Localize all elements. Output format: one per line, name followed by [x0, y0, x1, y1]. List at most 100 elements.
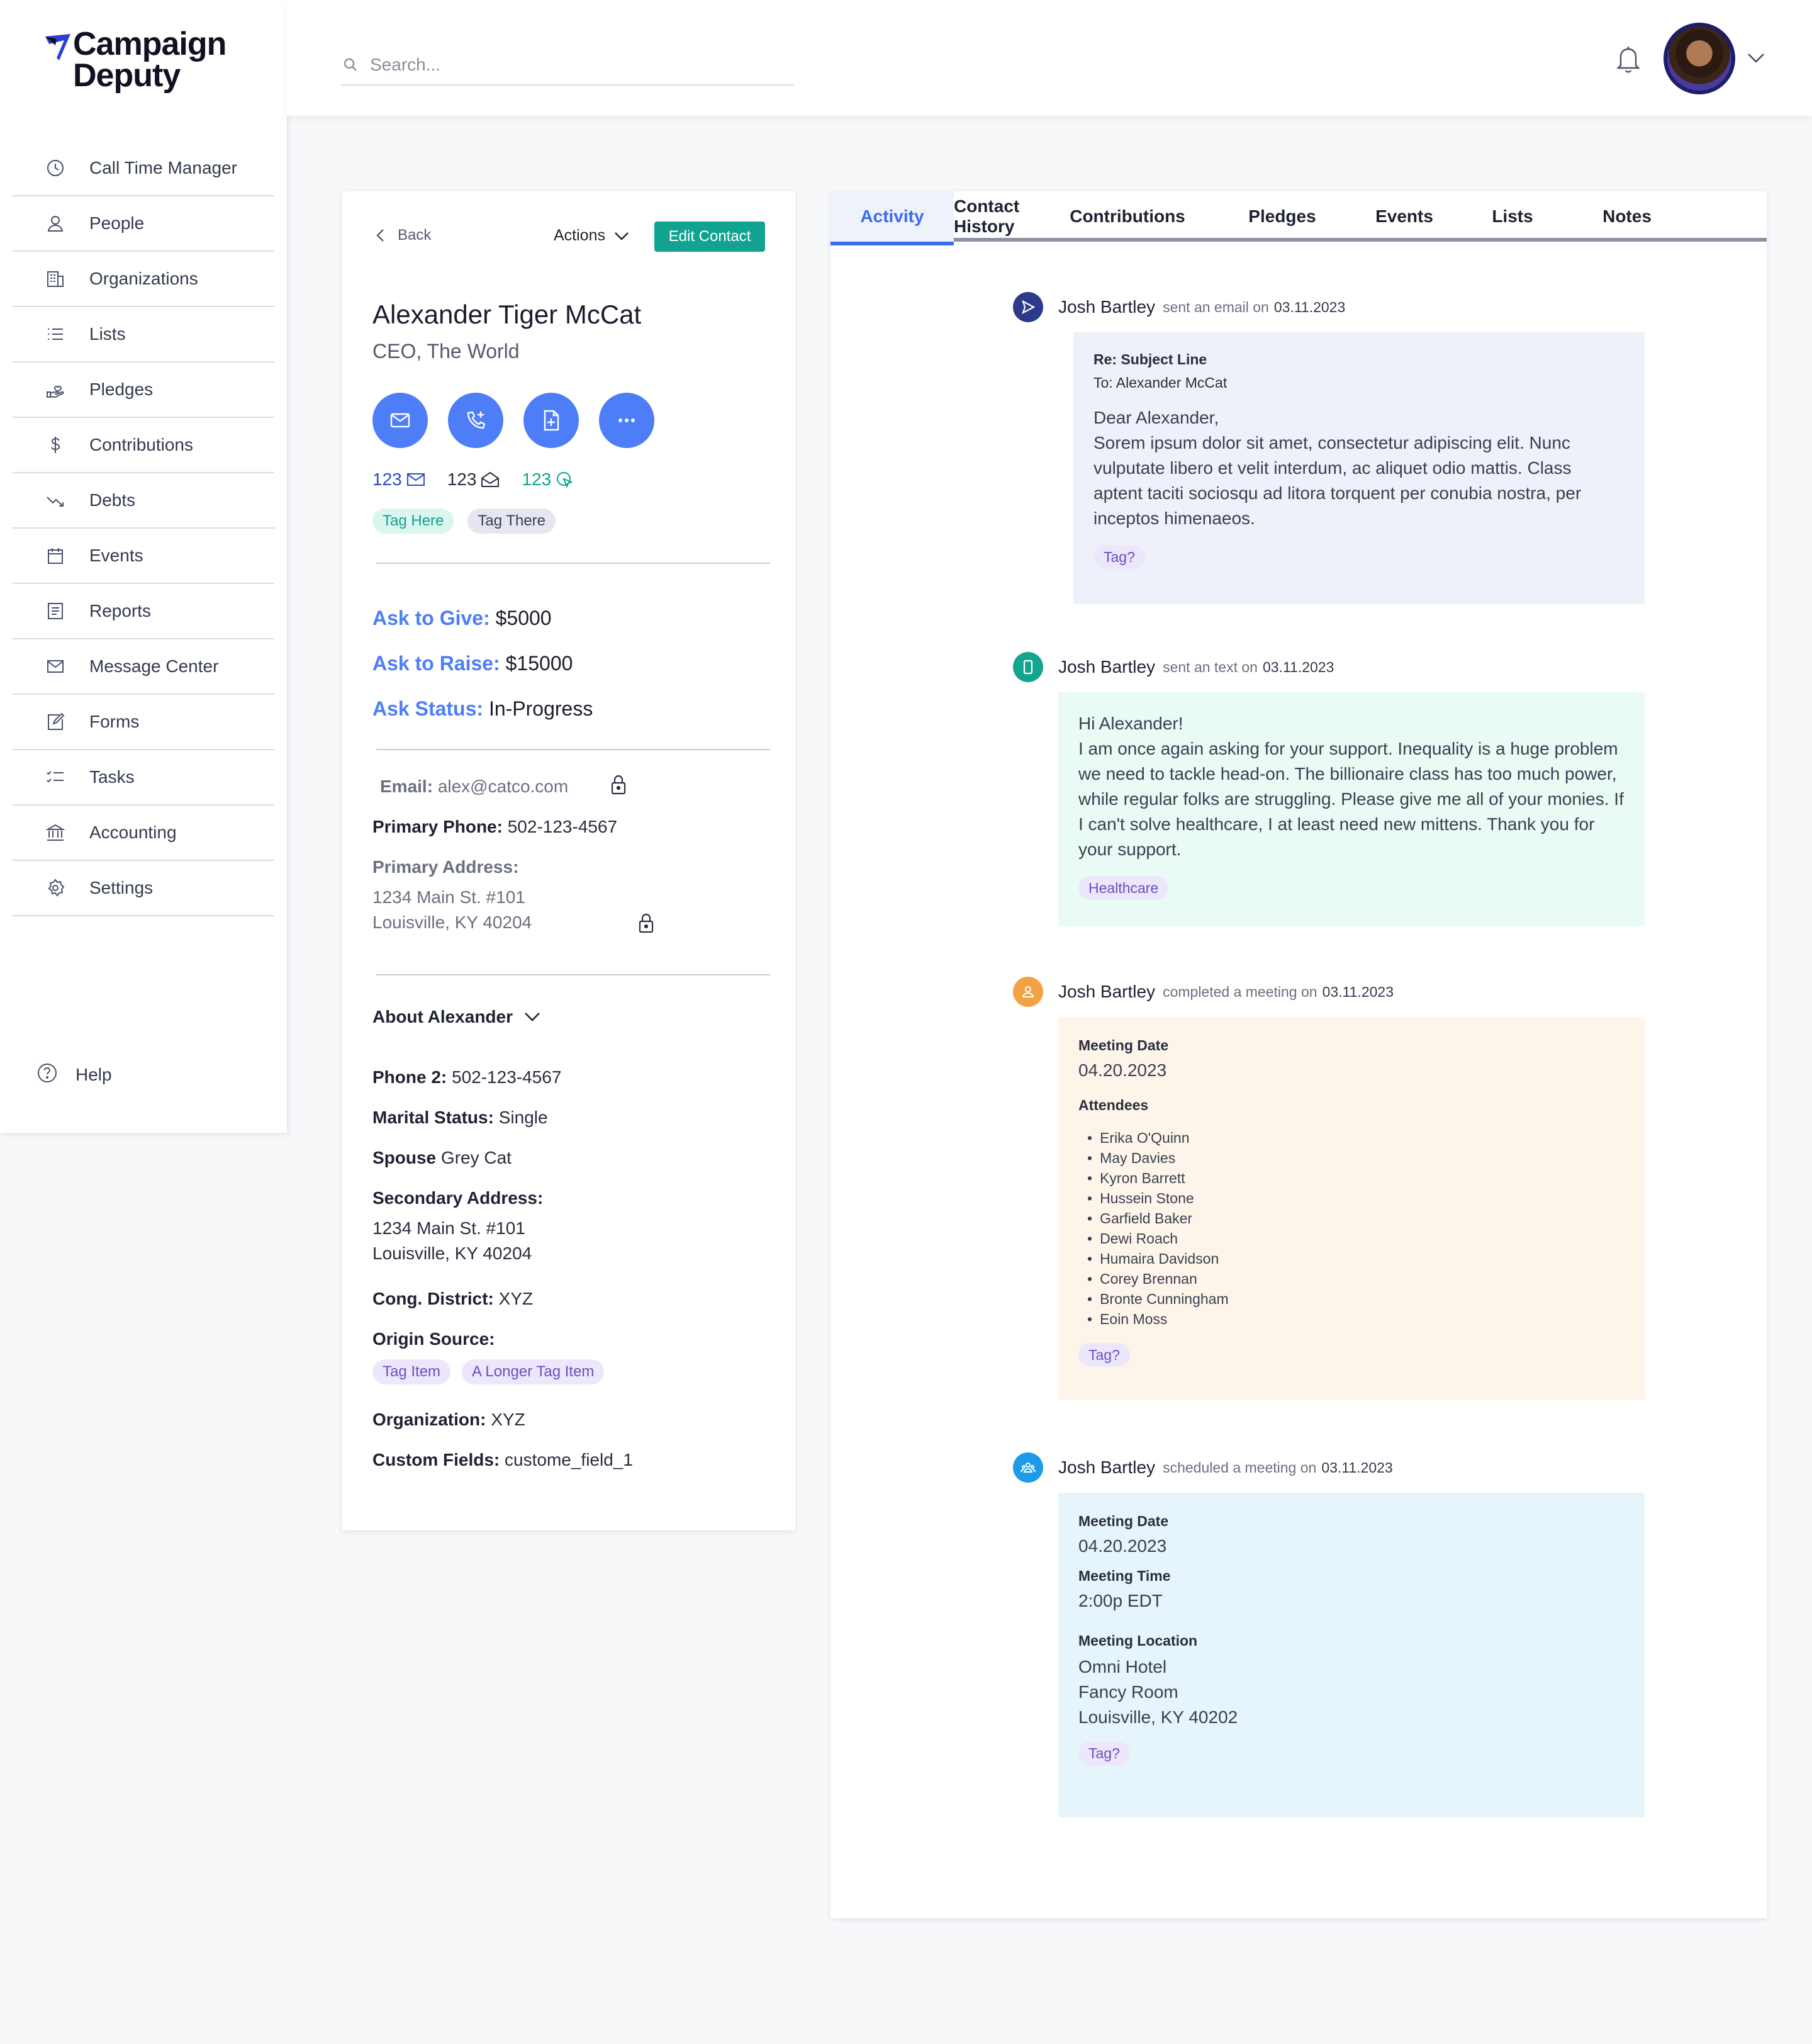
- mail-icon: [406, 473, 425, 486]
- tab-activity[interactable]: Activity: [830, 191, 954, 245]
- attendees-label: Attendees: [1078, 1097, 1149, 1113]
- actions-dropdown[interactable]: Actions: [554, 227, 630, 245]
- tab-events[interactable]: Events: [1359, 191, 1450, 242]
- activity-user[interactable]: Josh Bartley: [1058, 297, 1155, 317]
- phone-add-icon: [467, 411, 486, 429]
- logo[interactable]: Campaign Deputy: [43, 28, 244, 97]
- help-icon: [36, 1062, 58, 1087]
- tab-pledges[interactable]: Pledges: [1205, 191, 1359, 242]
- sidebar-item-organizations[interactable]: Organizations: [13, 252, 274, 307]
- list-icon: [44, 323, 67, 345]
- ask-status-label: Ask Status:: [372, 697, 484, 720]
- district-label: Cong. District:: [372, 1289, 494, 1308]
- sidebar-item-label: Debts: [89, 490, 136, 510]
- sidebar-item-debts[interactable]: Debts: [13, 473, 274, 529]
- sidebar-item-label: People: [89, 213, 145, 233]
- sidebar-item-label: Settings: [89, 878, 154, 897]
- help-label: Help: [76, 1064, 112, 1084]
- notification-bell-icon[interactable]: [1614, 44, 1642, 74]
- add-note-button[interactable]: [523, 393, 579, 448]
- email-value: alex@catco.com: [437, 777, 569, 796]
- tag-pill[interactable]: Tag There: [467, 508, 556, 534]
- list-item: Hussein Stone: [1087, 1188, 1625, 1208]
- sidebar-item-forms[interactable]: Forms: [13, 695, 274, 750]
- calendar-icon: [44, 544, 67, 567]
- meeting-date-label: Meeting Date: [1078, 1037, 1169, 1053]
- about-toggle[interactable]: About Alexander: [372, 1007, 542, 1027]
- sidebar-item-contributions[interactable]: Contributions: [13, 418, 274, 473]
- mail-open-icon: [481, 471, 500, 487]
- sidebar-item-call-time-manager[interactable]: Call Time Manager: [13, 141, 274, 196]
- tag-pill[interactable]: A Longer Tag Item: [462, 1359, 605, 1384]
- tab-notes[interactable]: Notes: [1575, 191, 1679, 242]
- sidebar-item-pledges[interactable]: Pledges: [13, 362, 274, 418]
- secondary-address-value: 1234 Main St. #101 Louisville, KY 40204: [372, 1216, 532, 1266]
- count-value: 123: [447, 469, 477, 489]
- gear-icon: [44, 877, 67, 899]
- sidebar-item-lists[interactable]: Lists: [13, 307, 274, 362]
- activity-user[interactable]: Josh Bartley: [1058, 1457, 1155, 1478]
- activity-date: 03.11.2023: [1322, 983, 1394, 1000]
- ask-to-raise: Ask to Raise: $15000: [372, 652, 573, 675]
- sidebar-item-message-center[interactable]: Message Center: [13, 639, 274, 695]
- logo-mark-icon: [45, 34, 70, 60]
- activity-user[interactable]: Josh Bartley: [1058, 657, 1155, 677]
- ask-to-raise-value: $15000: [505, 652, 573, 675]
- mail-icon: [44, 655, 67, 678]
- tag-pill[interactable]: Tag?: [1078, 1343, 1130, 1367]
- list-item: Corey Brennan: [1087, 1269, 1625, 1289]
- help-link[interactable]: Help: [36, 1062, 112, 1087]
- list-item: Erika O'Quinn: [1087, 1128, 1625, 1148]
- meeting-time-label: Meeting Time: [1078, 1568, 1171, 1584]
- tag-pill[interactable]: Tag Here: [372, 508, 454, 534]
- tag-pill[interactable]: Healthcare: [1078, 876, 1169, 900]
- sidebar-item-tasks[interactable]: Tasks: [13, 750, 274, 806]
- text-greeting: Hi Alexander!: [1078, 714, 1183, 733]
- tab-lists[interactable]: Lists: [1450, 191, 1575, 242]
- activity-header: Josh Bartley sent an text on 03.11.2023: [1013, 652, 1334, 682]
- avatar[interactable]: [1664, 23, 1735, 94]
- location-line: Louisville, KY 40202: [1078, 1707, 1238, 1727]
- dollar-icon: [44, 434, 67, 456]
- top-header: [287, 0, 1812, 116]
- sidebar-item-label: Message Center: [89, 656, 219, 676]
- sidebar-item-reports[interactable]: Reports: [13, 584, 274, 639]
- tag-pill[interactable]: Tag?: [1078, 1741, 1130, 1765]
- tab-contributions[interactable]: Contributions: [1049, 191, 1205, 242]
- back-link[interactable]: Back: [374, 227, 431, 244]
- sidebar-item-accounting[interactable]: Accounting: [13, 806, 274, 861]
- ask-to-raise-label: Ask to Raise:: [372, 652, 500, 675]
- sidebar-item-label: Reports: [89, 601, 152, 620]
- phone2-label: Phone 2:: [372, 1067, 447, 1087]
- divider: [376, 974, 770, 975]
- about-label: About Alexander: [372, 1007, 513, 1026]
- checklist-icon: [44, 766, 67, 789]
- list-item: Dewi Roach: [1087, 1228, 1625, 1249]
- sidebar-item-settings[interactable]: Settings: [13, 861, 274, 916]
- chevron-down-icon[interactable]: [1745, 48, 1767, 67]
- more-options-button[interactable]: [599, 393, 654, 448]
- meeting-date-value: 04.20.2023: [1078, 1060, 1167, 1080]
- list-item: Garfield Baker: [1087, 1208, 1625, 1228]
- tag-pill[interactable]: Tag Item: [372, 1359, 451, 1384]
- primary-address-field: Primary Address:: [372, 857, 518, 877]
- search-input[interactable]: [370, 55, 773, 75]
- tag-pill[interactable]: Tag?: [1093, 545, 1145, 569]
- email-button[interactable]: [372, 393, 428, 448]
- sidebar-nav: Call Time Manager People Organizations L…: [13, 141, 274, 916]
- building-icon: [44, 267, 67, 290]
- activity-date: 03.11.2023: [1262, 658, 1334, 675]
- activity-verb: completed a meeting on: [1163, 983, 1317, 1000]
- marital-status-field: Marital Status: Single: [372, 1108, 548, 1128]
- call-button[interactable]: [448, 393, 503, 448]
- edit-contact-button[interactable]: Edit Contact: [654, 222, 765, 252]
- ask-status-value: In-Progress: [488, 697, 593, 720]
- tab-contact-history[interactable]: Contact History: [954, 191, 1049, 242]
- sidebar-item-people[interactable]: People: [13, 196, 274, 252]
- sidebar-item-events[interactable]: Events: [13, 529, 274, 584]
- activity-user[interactable]: Josh Bartley: [1058, 982, 1155, 1002]
- meeting-location-label: Meeting Location: [1078, 1632, 1198, 1649]
- sidebar-item-label: Events: [89, 546, 143, 565]
- sidebar: Campaign Deputy Call Time Manager People…: [0, 0, 287, 1133]
- bank-icon: [44, 821, 67, 844]
